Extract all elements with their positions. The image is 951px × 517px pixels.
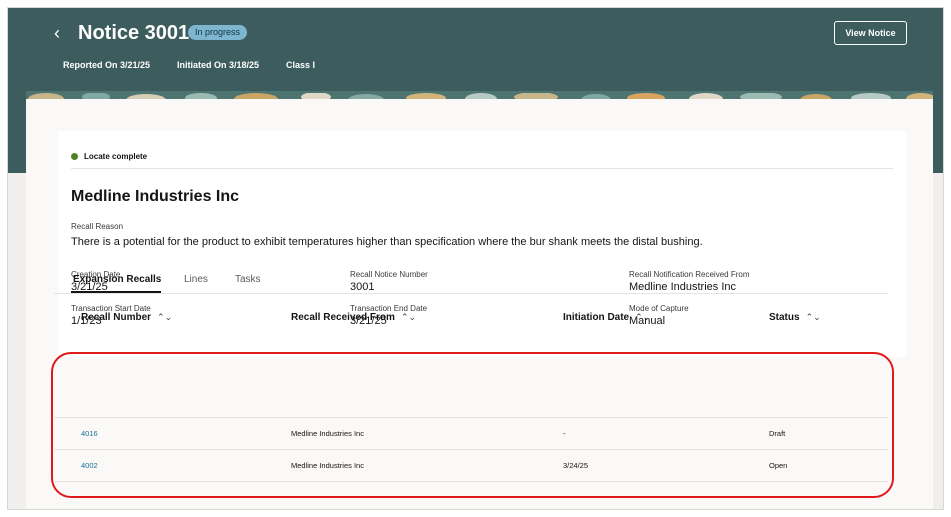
initiated-on: Initiated On 3/18/25 xyxy=(177,60,260,70)
company-name: Medline Industries Inc xyxy=(71,188,240,205)
column-header-recall-number[interactable]: Recall Number ⌃⌄ xyxy=(81,310,172,325)
column-header-received-from[interactable]: Recall Received From ⌃⌄ xyxy=(291,310,416,325)
column-header-label: Status xyxy=(769,312,800,323)
column-header-status[interactable]: Status ⌃⌄ xyxy=(769,310,821,325)
tab-tasks[interactable]: Tasks xyxy=(235,273,261,287)
locate-status: Locate complete xyxy=(71,151,147,163)
field-label: Recall Notification Received From xyxy=(629,270,750,279)
recall-reason-text: There is a potential for the product to … xyxy=(71,236,703,248)
tab-expansion-recalls[interactable]: Expansion Recalls xyxy=(73,273,161,287)
column-header-label: Recall Number xyxy=(81,312,152,323)
sort-icon[interactable]: ⌃⌄ xyxy=(635,312,650,322)
column-header-label: Initiation Date xyxy=(563,312,630,323)
sort-icon[interactable]: ⌃⌄ xyxy=(401,312,416,322)
received-from-value: Medline Industries Inc xyxy=(629,281,736,293)
reported-on: Reported On 3/21/25 xyxy=(63,60,151,70)
field-label: Recall Notice Number xyxy=(350,270,428,279)
check-circle-icon xyxy=(71,153,78,160)
sort-icon[interactable]: ⌃⌄ xyxy=(806,312,821,322)
notice-class: Class I xyxy=(286,60,316,70)
annotation-highlight-outline xyxy=(51,352,894,498)
view-notice-button[interactable]: View Notice xyxy=(834,21,907,45)
sort-icon[interactable]: ⌃⌄ xyxy=(157,312,172,322)
divider xyxy=(71,168,893,169)
recall-reason-label: Recall Reason xyxy=(71,222,124,231)
column-header-initiation-date[interactable]: Initiation Date ⌃⌄ xyxy=(563,310,650,325)
page-title: Notice 3001 xyxy=(78,22,190,44)
back-chevron-icon[interactable]: ‹ xyxy=(54,22,70,44)
status-badge: In progress xyxy=(188,25,248,40)
recall-notice-number-value: 3001 xyxy=(350,281,375,293)
locate-status-text: Locate complete xyxy=(84,152,148,161)
column-header-label: Recall Received From xyxy=(291,312,395,323)
tabs-divider xyxy=(54,293,888,294)
tab-lines[interactable]: Lines xyxy=(184,273,208,287)
